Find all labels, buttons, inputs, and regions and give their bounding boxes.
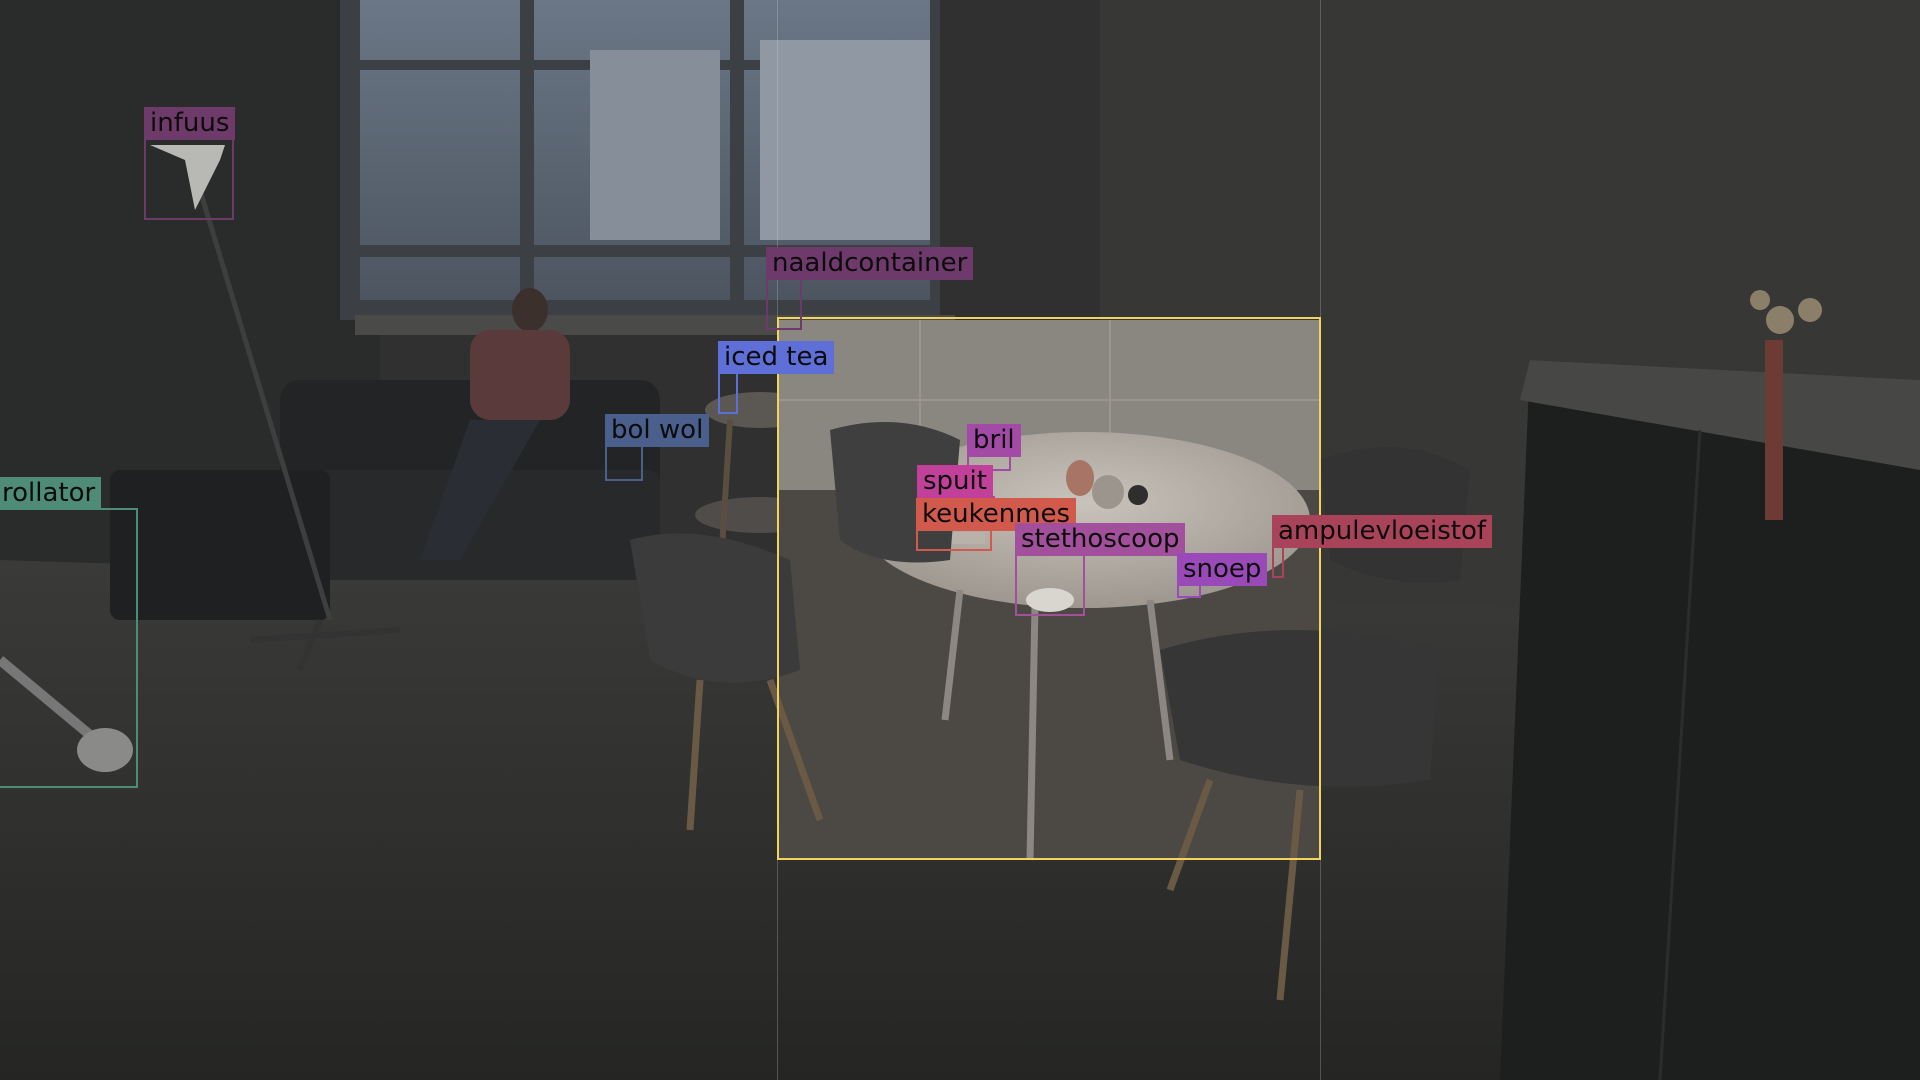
detection-stethoscoop[interactable]: stethoscoop (1015, 523, 1186, 616)
detection-naaldcontainer[interactable]: naaldcontainer (766, 247, 974, 330)
detection-infuus[interactable]: infuus (144, 107, 236, 220)
detection-label: rollator (0, 477, 102, 510)
detection-label: ampulevloeistof (1272, 515, 1492, 548)
detection-iced-tea[interactable]: iced tea (718, 341, 835, 414)
detection-label: bol wol (605, 414, 710, 447)
detection-label: stethoscoop (1015, 523, 1186, 556)
detection-label: infuus (144, 107, 236, 140)
detection-label: spuit (917, 465, 993, 498)
detection-keukenmes[interactable]: keukenmes (916, 498, 1077, 551)
detection-label: naaldcontainer (766, 247, 974, 280)
detection-rollator[interactable]: rollator (0, 477, 138, 788)
detection-snoep[interactable]: snoep (1177, 553, 1268, 598)
detection-label: iced tea (718, 341, 835, 374)
detection-ampulevloeistof[interactable]: ampulevloeistof (1272, 515, 1492, 578)
detection-bol-wol[interactable]: bol wol (605, 414, 710, 481)
detection-label: snoep (1177, 553, 1268, 586)
detection-label: bril (967, 424, 1021, 457)
